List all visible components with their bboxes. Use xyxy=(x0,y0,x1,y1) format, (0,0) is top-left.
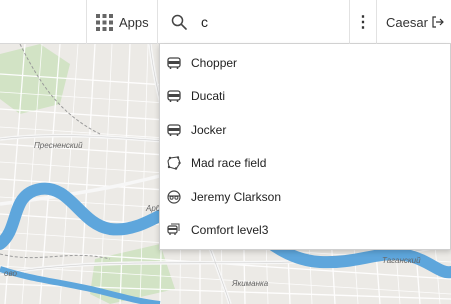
user-menu[interactable]: Caesar xyxy=(376,0,451,44)
suggestion-label: Chopper xyxy=(191,55,238,70)
suggestion-item[interactable]: Chopper xyxy=(160,46,450,80)
search-box xyxy=(159,0,348,44)
suggestion-item[interactable]: Ducati xyxy=(160,80,450,114)
suggestion-label: Jeremy Clarkson xyxy=(191,189,282,204)
bus-icon xyxy=(167,90,181,103)
apps-grid-icon xyxy=(96,13,113,31)
suggestion-label: Mad race field xyxy=(191,156,267,171)
suggestion-label: Ducati xyxy=(191,89,226,104)
search-icon[interactable] xyxy=(171,14,187,30)
suggestion-label: Comfort level3 xyxy=(191,223,269,238)
suggestion-label: Jocker xyxy=(191,122,227,137)
bus-icon xyxy=(167,124,181,136)
suggestion-item[interactable]: Jeremy Clarkson xyxy=(160,180,450,214)
apps-label: Apps xyxy=(119,14,149,30)
bus-group-icon xyxy=(167,223,180,236)
apps-button[interactable]: Apps xyxy=(86,0,158,44)
bus-icon xyxy=(167,57,181,69)
geofence-icon xyxy=(167,156,181,170)
map-label: ово xyxy=(4,269,17,278)
suggestion-item[interactable]: Comfort level3 xyxy=(160,214,450,248)
search-suggestions: Chopper Ducati Jocker Mad race field Jer… xyxy=(159,44,451,250)
suggestion-item[interactable]: Mad race field xyxy=(160,147,450,181)
map-label: Пресненский xyxy=(34,141,83,150)
map-label: Таганский xyxy=(382,256,421,265)
user-name: Caesar xyxy=(386,14,428,30)
top-bar: Apps ⋮ Caesar xyxy=(0,0,451,44)
driver-icon xyxy=(167,190,181,204)
map-label: Якиманка xyxy=(231,279,269,288)
more-menu-button[interactable]: ⋮ xyxy=(349,0,377,44)
search-input[interactable] xyxy=(201,12,341,32)
suggestion-item[interactable]: Jocker xyxy=(160,113,450,147)
logout-icon[interactable] xyxy=(432,16,444,28)
